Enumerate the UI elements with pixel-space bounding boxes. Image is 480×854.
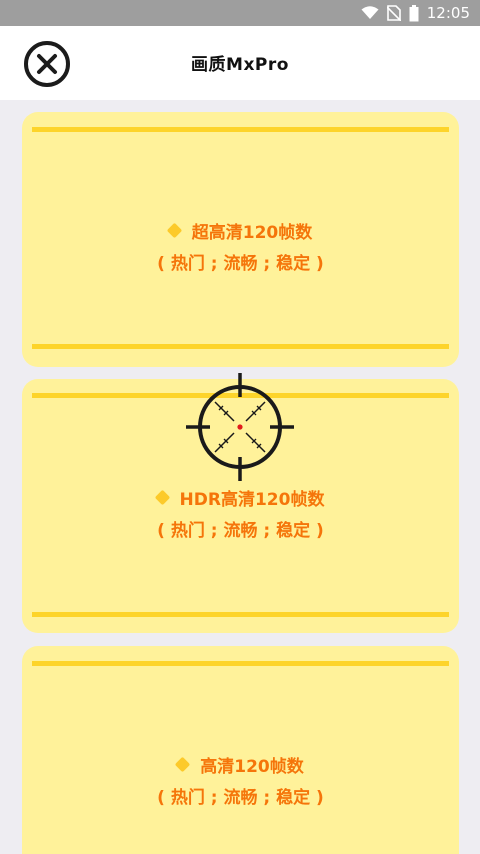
diamond-bullet-icon: [154, 489, 170, 506]
option-label: HDR高清120帧数: [179, 490, 325, 510]
option-label: 高清120帧数: [200, 757, 304, 777]
crosshair-icon[interactable]: [186, 373, 294, 481]
diamond-bullet-icon: [174, 756, 191, 773]
status-time: 12:05: [426, 4, 470, 22]
diamond-bullet-icon: [166, 222, 183, 239]
header: 画质MxPro: [0, 26, 480, 100]
card-bottom-stripe: [32, 344, 449, 349]
no-sim-icon: [386, 5, 401, 21]
card-bottom-stripe: [32, 612, 449, 617]
option-tags: ( 热门 ; 流畅 ; 稳定 ): [157, 521, 324, 541]
option-label-row: 高清120帧数: [22, 752, 459, 777]
option-label-row: HDR高清120帧数: [22, 485, 459, 510]
option-tags: ( 热门 ; 流畅 ; 稳定 ): [157, 788, 324, 808]
option-card-uhd-120fps[interactable]: 超高清120帧数 ( 热门 ; 流畅 ; 稳定 ): [22, 112, 459, 367]
status-icons: 12:05: [361, 0, 470, 26]
card-top-stripe: [32, 661, 449, 666]
wifi-icon: [361, 6, 379, 19]
option-card-hd-120fps[interactable]: 高清120帧数 ( 热门 ; 流畅 ; 稳定 ): [22, 646, 459, 854]
card-top-stripe: [32, 127, 449, 132]
option-label: 超高清120帧数: [191, 223, 313, 243]
battery-icon: [409, 4, 419, 21]
status-bar: 12:05: [0, 0, 480, 26]
page-title: 画质MxPro: [191, 55, 289, 75]
option-label-row: 超高清120帧数: [22, 218, 459, 243]
option-tags: ( 热门 ; 流畅 ; 稳定 ): [157, 254, 324, 274]
